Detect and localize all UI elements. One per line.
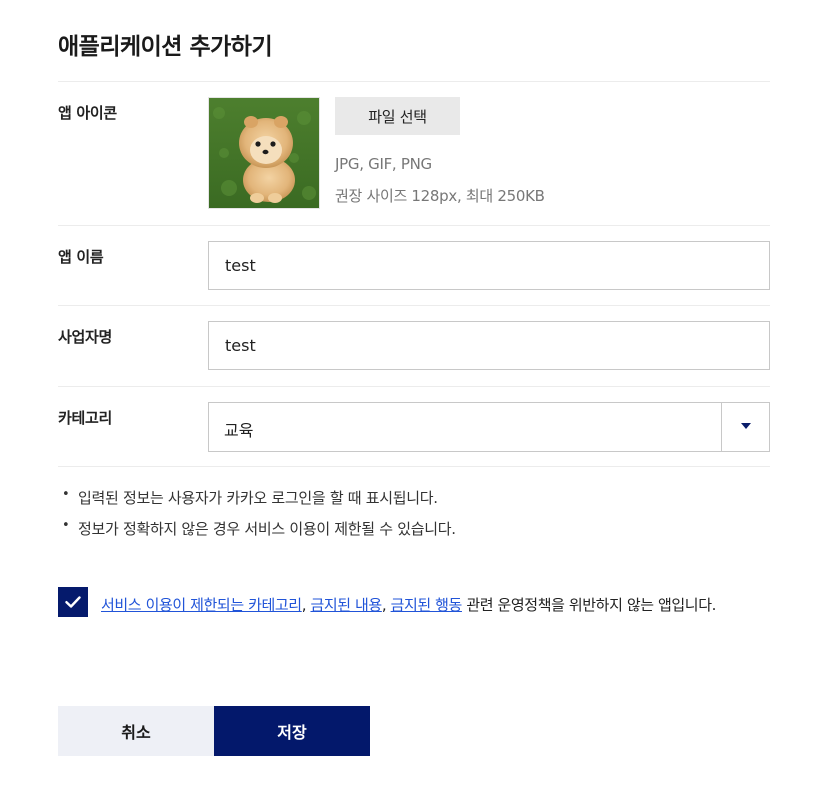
file-format-hint: JPG, GIF, PNG bbox=[335, 155, 432, 173]
app-icon-preview bbox=[208, 97, 320, 209]
bullet-icon: • bbox=[62, 487, 70, 502]
add-application-dialog: 애플리케이션 추가하기 앱 아이콘 파일 선택 JPG, GIF, PNG 권장… bbox=[0, 0, 816, 803]
file-select-button[interactable]: 파일 선택 bbox=[335, 97, 460, 135]
caret-down-icon[interactable] bbox=[741, 423, 751, 429]
category-label: 카테고리 bbox=[58, 409, 113, 427]
agreement-rest-text: 관련 운영정책을 위반하지 않는 앱입니다. bbox=[461, 596, 716, 614]
file-size-hint: 권장 사이즈 128px, 최대 250KB bbox=[335, 187, 545, 205]
select-divider bbox=[721, 403, 722, 451]
note-text: 입력된 정보는 사용자가 카카오 로그인을 할 때 표시됩니다. bbox=[78, 489, 438, 507]
company-name-label: 사업자명 bbox=[58, 328, 113, 346]
divider bbox=[58, 305, 770, 306]
check-icon bbox=[65, 596, 81, 608]
app-name-label: 앱 이름 bbox=[58, 248, 104, 266]
category-selected-value: 교육 bbox=[224, 421, 254, 440]
bullet-icon: • bbox=[62, 518, 70, 533]
divider bbox=[58, 81, 770, 82]
agreement-checkbox[interactable] bbox=[58, 587, 88, 617]
separator: , bbox=[381, 596, 391, 614]
restricted-category-link[interactable]: 서비스 이용이 제한되는 카테고리 bbox=[101, 596, 302, 614]
dialog-title: 애플리케이션 추가하기 bbox=[58, 34, 273, 60]
cancel-button[interactable]: 취소 bbox=[58, 706, 214, 756]
note-text: 정보가 정확하지 않은 경우 서비스 이용이 제한될 수 있습니다. bbox=[78, 520, 456, 538]
divider bbox=[58, 386, 770, 387]
app-name-input[interactable] bbox=[208, 241, 770, 290]
agreement-text: 서비스 이용이 제한되는 카테고리, 금지된 내용, 금지된 행동 관련 운영정… bbox=[101, 590, 766, 620]
category-select[interactable]: 교육 bbox=[208, 402, 770, 452]
prohibited-content-link[interactable]: 금지된 내용 bbox=[310, 596, 382, 614]
pomeranian-dog-image bbox=[209, 98, 319, 208]
divider bbox=[58, 225, 770, 226]
divider bbox=[58, 466, 770, 467]
save-button[interactable]: 저장 bbox=[214, 706, 370, 756]
app-icon-label: 앱 아이콘 bbox=[58, 104, 117, 122]
company-name-input[interactable] bbox=[208, 321, 770, 370]
prohibited-behavior-link[interactable]: 금지된 행동 bbox=[391, 596, 463, 614]
